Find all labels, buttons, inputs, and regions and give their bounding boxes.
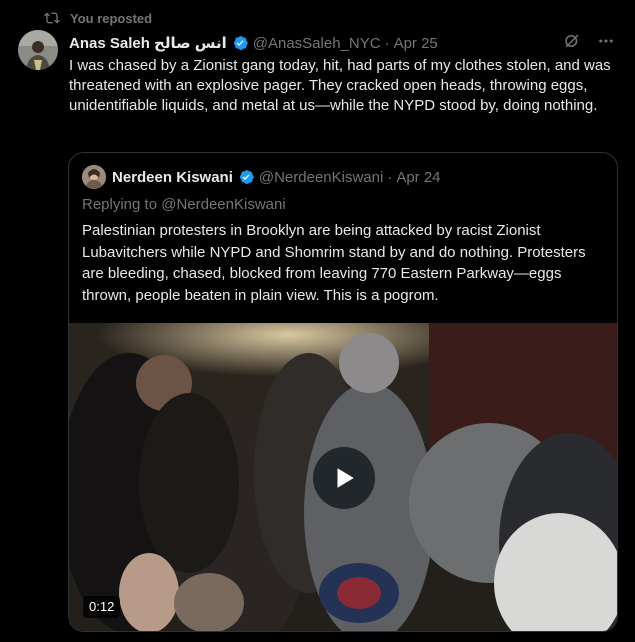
- repost-label: You reposted: [70, 10, 153, 26]
- quote-date[interactable]: Apr 24: [396, 169, 440, 186]
- author-handle[interactable]: @AnasSaleh_NYC: [253, 35, 381, 52]
- grok-icon[interactable]: [563, 32, 581, 50]
- repost-indicator: You reposted: [44, 9, 152, 27]
- video-player[interactable]: 0:12: [69, 323, 617, 631]
- quoted-tweet[interactable]: Nerdeen Kiswani @NerdeenKiswani · Apr 24…: [68, 152, 618, 632]
- play-icon: [337, 468, 354, 488]
- quote-header: Nerdeen Kiswani @NerdeenKiswani · Apr 24: [82, 165, 441, 189]
- quote-author-name[interactable]: Nerdeen Kiswani: [112, 169, 233, 186]
- post-header: Anas Saleh انس صالح @AnasSaleh_NYC · Apr…: [69, 32, 615, 54]
- replying-to: Replying to @NerdeenKiswani: [82, 196, 286, 213]
- repost-icon: [44, 12, 60, 24]
- dot-separator: ·: [387, 168, 393, 186]
- reposted-tweet[interactable]: You reposted Anas Saleh انس صالح @AnasSa…: [0, 0, 635, 642]
- quote-author-handle[interactable]: @NerdeenKiswani: [259, 169, 383, 186]
- video-duration: 0:12: [83, 596, 121, 618]
- verified-badge-icon[interactable]: [231, 34, 249, 52]
- author-avatar[interactable]: [18, 30, 58, 70]
- post-date[interactable]: Apr 25: [394, 35, 438, 52]
- dot-separator: ·: [384, 34, 390, 52]
- post-text: I was chased by a Zionist gang today, hi…: [69, 57, 611, 114]
- author-name[interactable]: Anas Saleh انس صالح: [69, 34, 227, 52]
- play-button[interactable]: [313, 447, 375, 509]
- header-actions: [563, 32, 615, 50]
- more-icon[interactable]: [597, 32, 615, 50]
- quote-text: Palestinian protesters in Brooklyn are b…: [82, 222, 586, 304]
- verified-badge-icon[interactable]: [237, 168, 255, 186]
- quote-author-avatar[interactable]: [82, 165, 106, 189]
